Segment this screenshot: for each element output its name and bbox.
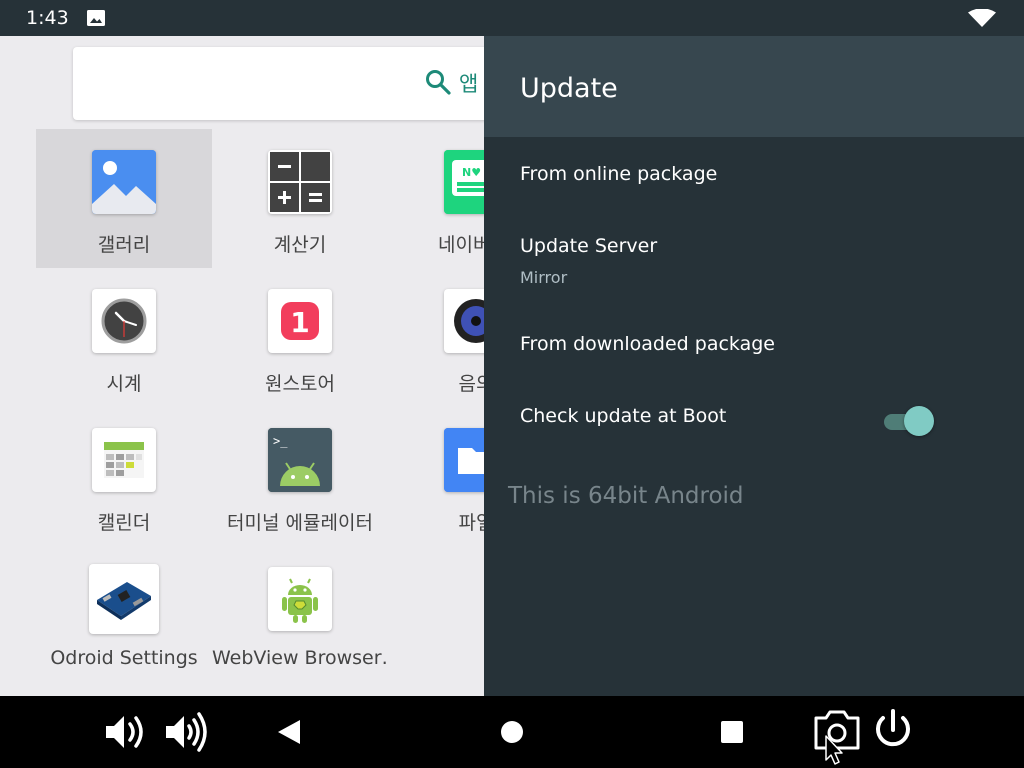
home-icon[interactable] bbox=[500, 696, 524, 768]
app-label: 터미널 에뮬레이터 bbox=[227, 512, 373, 534]
app-label: 계산기 bbox=[273, 234, 327, 256]
app-calculator[interactable]: 계산기 bbox=[212, 129, 388, 268]
clock-icon bbox=[92, 289, 156, 353]
svg-text:1: 1 bbox=[290, 306, 309, 339]
app-odroid-settings[interactable]: Odroid Settings bbox=[36, 546, 212, 685]
from-downloaded-package-item[interactable]: From downloaded package bbox=[484, 313, 1024, 379]
app-terminal[interactable]: >_ 터미널 에뮬레이터 bbox=[212, 407, 388, 546]
svg-text:N♥: N♥ bbox=[462, 166, 481, 179]
app-search-bar[interactable]: 앱 bbox=[73, 47, 484, 120]
app-label: 캘린더 bbox=[97, 512, 151, 534]
pref-title: Update Server bbox=[520, 235, 658, 257]
back-icon[interactable] bbox=[276, 696, 302, 768]
android-webview-icon bbox=[268, 567, 332, 631]
svg-text:>_: >_ bbox=[273, 434, 288, 448]
update-panel: Update From online package Update Server… bbox=[484, 36, 1024, 696]
search-icon bbox=[426, 70, 451, 95]
calculator-icon bbox=[268, 150, 332, 214]
toggle-thumb bbox=[904, 406, 934, 436]
update-server-item[interactable]: Update Server Mirror bbox=[484, 213, 1024, 313]
app-drawer: 앱 갤러리 계산기 N♥ 네이버 시계 1 원스토어 음 캘린더 >_ 터미널 … bbox=[0, 36, 484, 696]
check-update-at-boot-toggle[interactable] bbox=[884, 404, 936, 438]
app-label: WebView Browser… bbox=[212, 647, 388, 669]
app-calendar[interactable]: 캘린더 bbox=[36, 407, 212, 546]
recents-icon[interactable] bbox=[720, 696, 744, 768]
status-time: 1:43 bbox=[26, 7, 69, 29]
search-placeholder: 앱 bbox=[459, 72, 479, 96]
screenshot-icon[interactable] bbox=[812, 696, 862, 768]
volume-up-icon[interactable] bbox=[164, 696, 212, 768]
naver-keyboard-icon: N♥ bbox=[444, 150, 484, 214]
app-label: 시계 bbox=[106, 373, 142, 395]
build-info-text: This is 64bit Android bbox=[508, 483, 744, 509]
terminal-icon: >_ bbox=[268, 428, 332, 492]
app-onestore[interactable]: 1 원스토어 bbox=[212, 268, 388, 407]
pref-title: From downloaded package bbox=[520, 333, 775, 355]
navigation-bar bbox=[0, 696, 1024, 768]
app-label: Odroid Settings bbox=[50, 647, 198, 669]
panel-header: Update bbox=[484, 36, 1024, 137]
image-icon bbox=[87, 10, 105, 26]
wifi-icon bbox=[968, 9, 996, 27]
app-label: 갤러리 bbox=[97, 234, 151, 256]
app-webview-browser[interactable]: WebView Browser… bbox=[212, 546, 388, 685]
app-clock[interactable]: 시계 bbox=[36, 268, 212, 407]
app-label: 파일 bbox=[458, 512, 484, 534]
pref-title: From online package bbox=[520, 163, 718, 185]
app-gallery[interactable]: 갤러리 bbox=[36, 129, 212, 268]
pref-title: Check update at Boot bbox=[520, 405, 727, 427]
volume-down-icon[interactable] bbox=[104, 696, 152, 768]
from-online-package-item[interactable]: From online package bbox=[484, 137, 1024, 213]
status-bar: 1:43 bbox=[0, 0, 1024, 36]
panel-title: Update bbox=[520, 73, 618, 104]
app-music[interactable]: 음의 bbox=[388, 268, 484, 407]
music-icon bbox=[444, 289, 484, 353]
onestore-icon: 1 bbox=[268, 289, 332, 353]
calendar-icon bbox=[92, 428, 156, 492]
gallery-icon bbox=[92, 150, 156, 214]
pref-summary: Mirror bbox=[520, 268, 568, 287]
app-files[interactable]: 파일 bbox=[388, 407, 484, 546]
files-icon bbox=[444, 428, 484, 492]
check-update-at-boot-item[interactable]: Check update at Boot bbox=[484, 379, 1024, 455]
odroid-board-icon bbox=[89, 564, 159, 634]
power-icon[interactable] bbox=[872, 696, 914, 768]
app-label: 원스토어 bbox=[265, 373, 335, 395]
app-label: 네이버 스 bbox=[438, 234, 484, 256]
app-label: 음의 bbox=[458, 373, 484, 395]
app-naver-keyboard[interactable]: N♥ 네이버 스 bbox=[388, 129, 484, 268]
